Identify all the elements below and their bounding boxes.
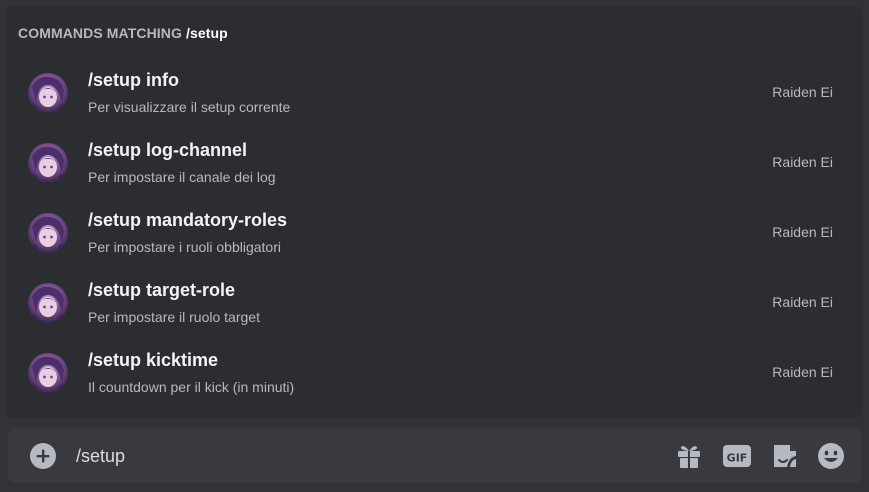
command-source: Raiden Ei <box>772 294 833 310</box>
command-list: /setup info Per visualizzare il setup co… <box>6 58 863 408</box>
bot-avatar <box>28 73 68 113</box>
command-name: /setup target-role <box>88 280 236 300</box>
command-source: Raiden Ei <box>772 224 833 240</box>
command-item-setup-info[interactable]: /setup info Per visualizzare il setup co… <box>6 58 863 128</box>
gif-icon[interactable]: GIF <box>722 441 752 471</box>
command-item-setup-target-role[interactable]: /setup target-role Per impostare il ruol… <box>6 268 863 338</box>
autocomplete-header-label: COMMANDS MATCHING <box>18 25 182 41</box>
gif-label: GIF <box>727 452 748 465</box>
bot-avatar <box>28 143 68 183</box>
message-input[interactable] <box>76 442 636 470</box>
command-name: /setup log-channel <box>88 140 248 160</box>
command-item-setup-kicktime[interactable]: /setup kicktime Il countdown per il kick… <box>6 338 863 408</box>
autocomplete-header-query: /setup <box>185 25 228 41</box>
bot-avatar <box>28 353 68 393</box>
bot-avatar <box>28 283 68 323</box>
message-composer: GIF <box>8 428 862 483</box>
command-name: /setup mandatory-roles <box>88 210 288 230</box>
command-item-setup-mandatory-roles[interactable]: /setup mandatory-roles Per impostare i r… <box>6 198 863 268</box>
command-description: Per visualizzare il setup corrente <box>88 99 291 115</box>
autocomplete-header: COMMANDS MATCHING/setup <box>18 25 228 41</box>
command-name: /setup kicktime <box>88 350 219 370</box>
chat-window: COMMANDS MATCHING/setup /setup info Per … <box>0 0 869 492</box>
command-autocomplete-popup: COMMANDS MATCHING/setup /setup info Per … <box>6 6 863 418</box>
command-description: Il countdown per il kick (in minuti) <box>88 379 295 395</box>
command-name: /setup info <box>88 70 179 90</box>
command-description: Per impostare il ruolo target <box>88 309 260 325</box>
command-source: Raiden Ei <box>772 84 833 100</box>
gift-icon[interactable] <box>674 441 704 471</box>
command-description: Per impostare il canale dei log <box>88 169 276 185</box>
plus-circle-icon[interactable] <box>30 443 56 469</box>
command-description: Per impostare i ruoli obbligatori <box>88 239 281 255</box>
command-source: Raiden Ei <box>772 154 833 170</box>
bot-avatar <box>28 213 68 253</box>
emoji-icon[interactable] <box>816 441 846 471</box>
sticker-icon[interactable] <box>770 441 800 471</box>
command-item-setup-log-channel[interactable]: /setup log-channel Per impostare il cana… <box>6 128 863 198</box>
command-source: Raiden Ei <box>772 364 833 380</box>
